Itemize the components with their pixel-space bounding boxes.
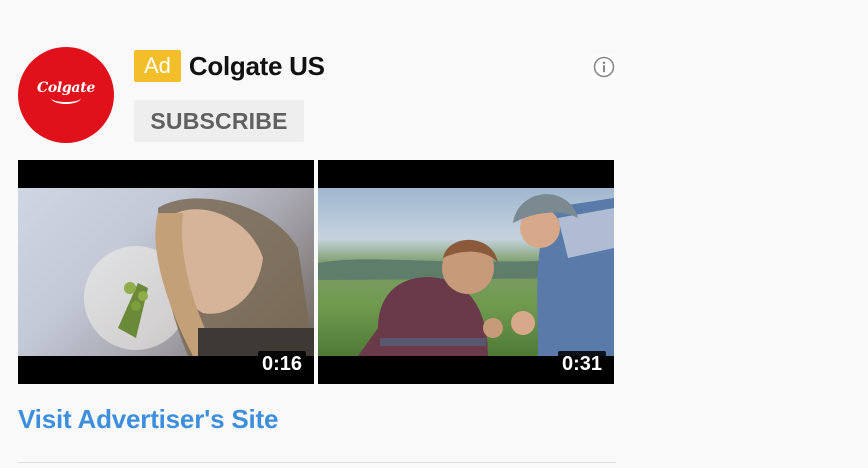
thumbnail-image-woman-plant [18, 188, 314, 356]
video-duration: 0:31 [557, 351, 606, 378]
subscribe-button[interactable]: SUBSCRIBE [134, 100, 304, 142]
ad-badge: Ad [134, 50, 181, 82]
ad-header: Ad Colgate US [134, 50, 325, 82]
video-duration: 0:16 [257, 351, 306, 378]
thumbnail-image-field [318, 188, 614, 356]
info-button[interactable] [592, 55, 616, 79]
visit-advertiser-link[interactable]: Visit Advertiser's Site [18, 404, 278, 435]
scene-illustration [318, 194, 614, 356]
video-thumbnail-2[interactable]: 0:31 [318, 160, 614, 384]
logo-smile [51, 92, 81, 104]
advertiser-logo[interactable]: Colgate [18, 47, 114, 143]
info-icon [593, 56, 615, 78]
divider [18, 462, 616, 463]
ad-card: Colgate Ad Colgate US SUBSCRIBE 0:16 0:3… [0, 0, 868, 468]
video-thumbnail-1[interactable]: 0:16 [18, 160, 314, 384]
scene-illustration [84, 198, 314, 356]
channel-name[interactable]: Colgate US [189, 51, 325, 82]
